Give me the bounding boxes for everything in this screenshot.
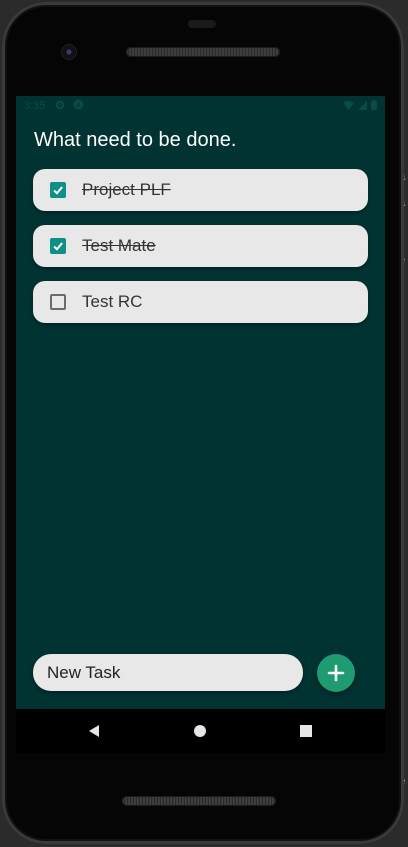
task-checkbox[interactable] bbox=[50, 294, 66, 310]
page-title: What need to be done. bbox=[34, 129, 237, 151]
task-item[interactable]: Test RC bbox=[33, 281, 368, 323]
task-label: Test Mate bbox=[82, 236, 156, 255]
status-time: 3:35 bbox=[24, 100, 46, 112]
recents-square-icon[interactable] bbox=[296, 721, 316, 741]
new-task-input[interactable] bbox=[33, 654, 303, 691]
checkmark-icon bbox=[53, 186, 63, 195]
svg-text:A: A bbox=[77, 101, 82, 109]
plus-icon bbox=[327, 664, 345, 682]
app-screen: 3:35 A What need to be done. Project PLF… bbox=[16, 96, 385, 709]
task-checkbox[interactable] bbox=[50, 182, 66, 198]
home-circle-icon[interactable] bbox=[190, 721, 210, 741]
task-label: Test RC bbox=[82, 292, 143, 311]
new-task-bar bbox=[33, 654, 355, 692]
settings-gear-icon bbox=[55, 100, 65, 113]
task-item[interactable]: Project PLF bbox=[33, 169, 368, 211]
task-item[interactable]: Test Mate bbox=[33, 225, 368, 267]
task-label: Project PLF bbox=[82, 180, 171, 199]
earpiece-speaker-grille bbox=[126, 47, 280, 57]
phone-sensor bbox=[188, 20, 216, 28]
status-bar: 3:35 A bbox=[16, 96, 385, 116]
add-task-button[interactable] bbox=[317, 654, 355, 692]
checkmark-icon bbox=[53, 242, 63, 251]
battery-icon bbox=[371, 99, 377, 113]
signal-icon bbox=[358, 100, 367, 113]
task-list: Project PLF Test Mate Test RC bbox=[33, 169, 368, 337]
bottom-speaker-grille bbox=[122, 796, 276, 806]
wifi-icon bbox=[343, 100, 354, 113]
accessibility-icon: A bbox=[73, 99, 84, 113]
system-navigation-bar bbox=[16, 709, 385, 753]
front-camera-icon bbox=[62, 45, 76, 59]
task-checkbox[interactable] bbox=[50, 238, 66, 254]
back-triangle-icon[interactable] bbox=[84, 721, 104, 741]
